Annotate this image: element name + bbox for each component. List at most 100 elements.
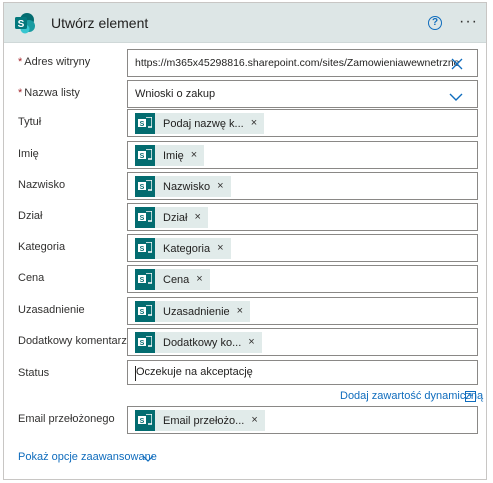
list-name-label: * Nazwa listy <box>18 87 80 99</box>
token-remove-icon[interactable]: × <box>217 176 230 197</box>
site-address-row: * Adres witryny https://m365x45298816.sha… <box>4 49 486 77</box>
token-remove-icon[interactable]: × <box>191 145 204 166</box>
justification-field[interactable]: S Uzasadnienie × <box>127 297 478 325</box>
title-field[interactable]: S Podaj nazwę k... × <box>127 109 478 137</box>
list-name-value: Wnioski o zakup <box>135 88 216 100</box>
token-remove-icon[interactable]: × <box>196 269 209 290</box>
dynamic-token[interactable]: S Dział × <box>135 207 208 228</box>
svg-text:S: S <box>140 184 145 191</box>
token-label: Imię <box>163 149 184 162</box>
last-name-field[interactable]: S Nazwisko × <box>127 172 478 200</box>
token-label: Cena <box>163 273 190 286</box>
chevron-down-icon[interactable] <box>142 450 154 462</box>
token-remove-icon[interactable]: × <box>251 113 264 134</box>
svg-text:S: S <box>140 215 145 222</box>
chevron-down-icon[interactable] <box>449 89 463 101</box>
dynamic-token[interactable]: S Podaj nazwę k... × <box>135 113 265 134</box>
required-mark: * <box>18 56 23 68</box>
sharepoint-token-icon: S <box>135 301 155 322</box>
add-dynamic-content-link[interactable]: Dodaj zawartość dynamiczną <box>340 390 483 402</box>
token-label: Podaj nazwę k... <box>163 117 244 130</box>
token-remove-icon[interactable]: × <box>194 207 207 228</box>
department-row: Dział S Dział × <box>4 203 486 231</box>
list-name-label-text: Nazwa listy <box>24 87 80 99</box>
svg-text:S: S <box>140 277 145 284</box>
sharepoint-token-icon: S <box>135 113 155 134</box>
additional-comment-row: Dodatkowy komentarz S Dodatkowy ko... × <box>4 328 486 356</box>
clear-icon[interactable] <box>451 57 463 70</box>
site-address-label-text: Adres witryny <box>24 56 91 68</box>
dynamic-token[interactable]: S Kategoria × <box>135 238 231 259</box>
category-field[interactable]: S Kategoria × <box>127 234 478 262</box>
status-row: Status Oczekuje na akceptację <box>4 360 486 388</box>
department-label: Dział <box>18 210 43 222</box>
dynamic-token[interactable]: S Imię × <box>135 145 205 166</box>
show-advanced-options-link[interactable]: Pokaż opcje zaawansowane <box>18 451 157 463</box>
category-label: Kategoria <box>18 241 66 253</box>
sharepoint-token-icon: S <box>135 238 155 259</box>
list-name-dropdown[interactable]: Wnioski o zakup <box>127 80 478 108</box>
site-address-label: * Adres witryny <box>18 56 90 68</box>
token-label: Kategoria <box>163 242 211 255</box>
svg-text:S: S <box>18 19 25 30</box>
price-label: Cena <box>18 272 45 284</box>
additional-comment-field[interactable]: S Dodatkowy ko... × <box>127 328 478 356</box>
svg-text:S: S <box>140 153 145 160</box>
card-title: Utwórz element <box>51 15 149 31</box>
department-field[interactable]: S Dział × <box>127 203 478 231</box>
first-name-row: Imię S Imię × <box>4 141 486 169</box>
svg-text:S: S <box>140 121 145 128</box>
dynamic-token[interactable]: S Nazwisko × <box>135 176 231 197</box>
token-label: Nazwisko <box>163 180 211 193</box>
sharepoint-token-icon: S <box>135 269 155 290</box>
svg-text:S: S <box>140 246 145 253</box>
status-label: Status <box>18 367 50 379</box>
token-remove-icon[interactable]: × <box>251 410 264 431</box>
category-row: Kategoria S Kategoria × <box>4 234 486 262</box>
sharepoint-token-icon: S <box>135 332 155 353</box>
justification-row: Uzasadnienie S Uzasadnienie × <box>4 297 486 325</box>
site-address-field[interactable]: https://m365x45298816.sharepoint.com/sit… <box>127 49 478 77</box>
title-row: Tytuł S Podaj nazwę k... × <box>4 109 486 137</box>
price-row: Cena S Cena × <box>4 265 486 293</box>
token-label: Dodatkowy ko... <box>163 336 242 349</box>
manager-email-row: Email przełożonego S Email przełożo... × <box>4 406 486 434</box>
token-remove-icon[interactable]: × <box>217 238 230 259</box>
sharepoint-token-icon: S <box>135 410 155 431</box>
status-field[interactable]: Oczekuje na akceptację <box>127 360 478 385</box>
help-icon[interactable]: ? <box>428 16 442 30</box>
sharepoint-logo-icon: S <box>14 12 36 34</box>
dynamic-token[interactable]: S Dodatkowy ko... × <box>135 332 262 353</box>
price-field[interactable]: S Cena × <box>127 265 478 293</box>
first-name-label: Imię <box>18 148 39 160</box>
additional-comment-label: Dodatkowy komentarz <box>18 335 127 347</box>
justification-label: Uzasadnienie <box>18 304 85 316</box>
card-header[interactable]: S Utwórz element ? ··· <box>4 3 486 43</box>
token-label: Email przełożo... <box>163 414 245 427</box>
svg-text:S: S <box>140 309 145 316</box>
sharepoint-token-icon: S <box>135 176 155 197</box>
sharepoint-token-icon: S <box>135 207 155 228</box>
dynamic-token[interactable]: S Email przełożo... × <box>135 410 265 431</box>
svg-text:S: S <box>140 418 145 425</box>
token-remove-icon[interactable]: × <box>248 332 261 353</box>
dynamic-token[interactable]: S Uzasadnienie × <box>135 301 251 322</box>
sharepoint-token-icon: S <box>135 145 155 166</box>
add-dynamic-content-icon[interactable]: + <box>465 391 476 402</box>
first-name-field[interactable]: S Imię × <box>127 141 478 169</box>
last-name-row: Nazwisko S Nazwisko × <box>4 172 486 200</box>
required-mark: * <box>18 87 23 99</box>
last-name-label: Nazwisko <box>18 179 66 191</box>
token-label: Dział <box>163 211 188 224</box>
dynamic-token[interactable]: S Cena × <box>135 269 210 290</box>
manager-email-label: Email przełożonego <box>18 413 115 425</box>
svg-text:S: S <box>140 340 145 347</box>
manager-email-field[interactable]: S Email przełożo... × <box>127 406 478 434</box>
list-name-row: * Nazwa listy Wnioski o zakup <box>4 80 486 108</box>
create-item-card: S Utwórz element ? ··· * Adres witryny ht… <box>3 2 487 480</box>
status-value: Oczekuje na akceptację <box>136 366 253 378</box>
token-label: Uzasadnienie <box>163 305 230 318</box>
more-options-icon[interactable]: ··· <box>459 13 478 31</box>
site-address-value: https://m365x45298816.sharepoint.com/sit… <box>135 57 460 69</box>
token-remove-icon[interactable]: × <box>237 301 250 322</box>
